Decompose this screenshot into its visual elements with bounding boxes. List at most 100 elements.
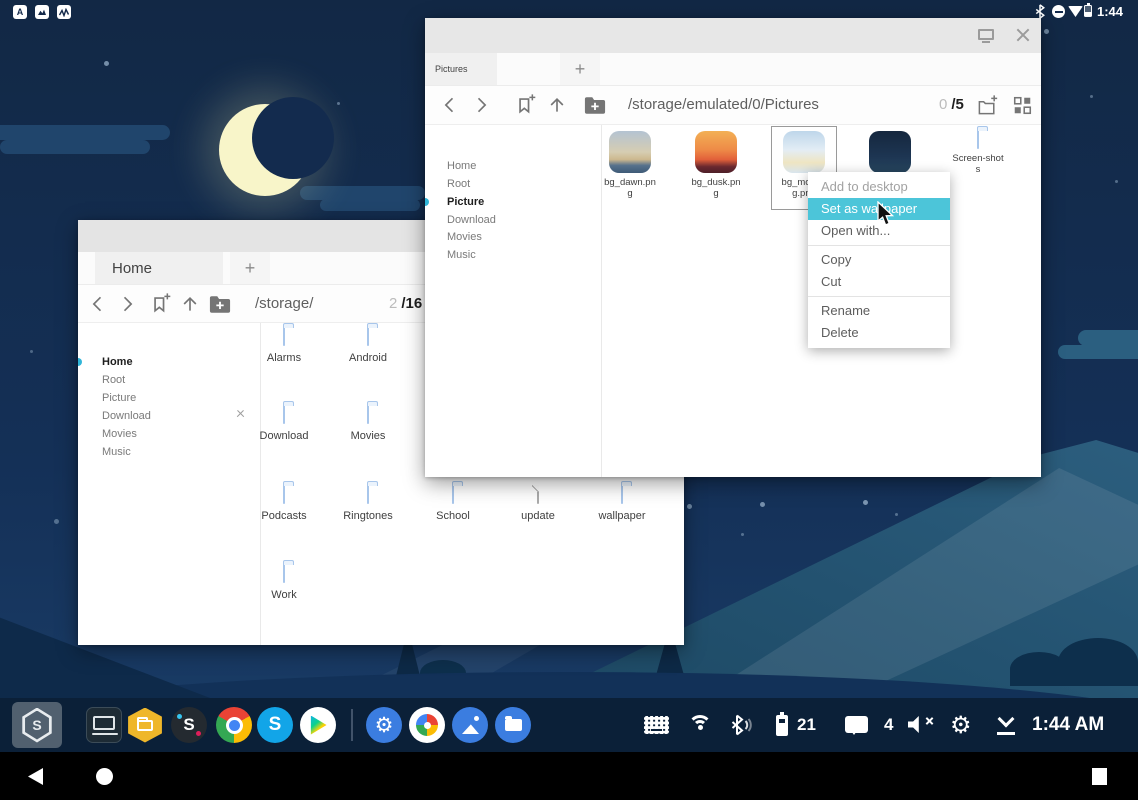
back-button[interactable] bbox=[88, 294, 108, 314]
menu-separator bbox=[808, 245, 950, 246]
file-item[interactable]: bg_dawn.png bbox=[590, 131, 670, 199]
folder-item[interactable]: Download bbox=[242, 406, 326, 443]
item-label: Screen-shots bbox=[952, 153, 1004, 175]
restore-window-icon[interactable] bbox=[978, 29, 994, 40]
new-folder-button[interactable] bbox=[584, 96, 606, 114]
nav-recents-button[interactable] bbox=[1092, 768, 1107, 785]
taskbar-app-play-store[interactable] bbox=[300, 707, 336, 743]
folder-item[interactable]: Screen-shots bbox=[938, 131, 1018, 175]
notification-icon-activity[interactable] bbox=[57, 5, 71, 19]
taskbar-app-gallery[interactable] bbox=[452, 707, 488, 743]
menu-item-cut[interactable]: Cut bbox=[808, 271, 950, 293]
sidebar-item-movies[interactable]: Movies bbox=[447, 231, 482, 243]
close-window-icon[interactable] bbox=[1015, 27, 1031, 43]
new-tab-button[interactable]: + bbox=[560, 53, 600, 85]
wifi-status-icon[interactable] bbox=[1068, 6, 1083, 17]
wifi-tray-icon[interactable] bbox=[688, 715, 712, 735]
battery-status-icon[interactable] bbox=[1084, 5, 1092, 17]
folder-icon bbox=[452, 485, 454, 504]
bluetooth-status-icon[interactable] bbox=[1035, 4, 1045, 19]
up-directory-button[interactable] bbox=[547, 95, 567, 115]
taskbar-app-slack[interactable]: S bbox=[171, 707, 207, 743]
path-bar[interactable]: /storage/ bbox=[255, 295, 313, 312]
notification-icon-image[interactable] bbox=[35, 5, 49, 19]
sidebar-item-music[interactable]: Music bbox=[447, 249, 476, 261]
settings-tray-icon[interactable]: ⚙ bbox=[950, 713, 972, 737]
add-bookmark-button[interactable] bbox=[515, 94, 537, 116]
image-thumbnail bbox=[783, 131, 825, 173]
bluetooth-tray-icon[interactable] bbox=[730, 714, 752, 736]
notifications-tray-icon[interactable] bbox=[845, 716, 868, 733]
item-label: bg_dusk.png bbox=[690, 177, 742, 199]
menu-item-copy[interactable]: Copy bbox=[808, 249, 950, 271]
menu-item-rename[interactable]: Rename bbox=[808, 300, 950, 322]
sidebar-item-home[interactable]: Home bbox=[102, 356, 133, 368]
chevron-left-icon bbox=[440, 95, 460, 115]
keyboard-tray-icon[interactable] bbox=[644, 716, 669, 734]
forward-button[interactable] bbox=[117, 294, 137, 314]
taskbar-app-files[interactable] bbox=[495, 707, 531, 743]
back-button[interactable] bbox=[440, 95, 460, 115]
folder-item[interactable]: Ringtones bbox=[326, 486, 410, 523]
updates-tray-icon[interactable] bbox=[996, 715, 1016, 735]
start-letter: S bbox=[32, 717, 41, 733]
up-directory-button[interactable] bbox=[180, 294, 200, 314]
taskbar-app-skype[interactable]: S bbox=[257, 707, 293, 743]
bush bbox=[1058, 638, 1138, 686]
folder-item[interactable]: School bbox=[411, 486, 495, 523]
moon-shadow bbox=[252, 97, 334, 179]
cloud bbox=[1058, 345, 1138, 359]
new-tab-button[interactable]: + bbox=[230, 252, 270, 284]
sidebar-item-picture[interactable]: Picture bbox=[447, 196, 484, 208]
new-folder-button[interactable] bbox=[209, 295, 231, 313]
sidebar-item-download[interactable]: Download bbox=[447, 214, 496, 226]
window-titlebar[interactable] bbox=[425, 18, 1041, 53]
new-window-button[interactable] bbox=[976, 95, 998, 117]
toolbar: /storage/emulated/0/Pictures 0/5 bbox=[425, 86, 1041, 125]
do-not-disturb-icon[interactable] bbox=[1052, 5, 1065, 18]
taskbar-app-terminal[interactable] bbox=[86, 707, 122, 743]
notification-icon-a[interactable]: A bbox=[13, 5, 27, 19]
nav-back-button[interactable] bbox=[28, 768, 43, 785]
sidebar-item-download[interactable]: Download bbox=[102, 410, 151, 422]
tab-label: Pictures bbox=[435, 64, 468, 74]
path-bar[interactable]: /storage/emulated/0/Pictures bbox=[628, 96, 819, 113]
tab-home[interactable]: Home bbox=[95, 252, 223, 284]
forward-button[interactable] bbox=[471, 95, 491, 115]
tab-pictures[interactable]: Pictures bbox=[425, 53, 497, 85]
file-item[interactable]: bg_dusk.png bbox=[676, 131, 756, 199]
bookmark-plus-icon bbox=[150, 293, 172, 315]
sidebar-item-root[interactable]: Root bbox=[102, 374, 125, 386]
arrow-up-icon bbox=[180, 294, 200, 314]
sidebar-item-music[interactable]: Music bbox=[102, 446, 131, 458]
menu-item-delete[interactable]: Delete bbox=[808, 322, 950, 344]
taskbar-app-chrome[interactable] bbox=[216, 707, 252, 743]
folder-item[interactable]: Android bbox=[326, 328, 410, 365]
app-drawer-button[interactable]: S bbox=[12, 702, 62, 748]
sidebar-item-home[interactable]: Home bbox=[447, 160, 476, 172]
folder-item[interactable]: Podcasts bbox=[242, 486, 326, 523]
sidebar-item-picture[interactable]: Picture bbox=[102, 392, 136, 404]
file-item[interactable]: update bbox=[496, 486, 580, 523]
folder-item[interactable]: Movies bbox=[326, 406, 410, 443]
volume-muted-icon[interactable] bbox=[908, 716, 934, 734]
bookmark-plus-icon bbox=[515, 94, 537, 116]
sidebar-item-movies[interactable]: Movies bbox=[102, 428, 137, 440]
folder-icon bbox=[367, 405, 369, 424]
folder-item[interactable]: Work bbox=[242, 565, 326, 602]
mouse-cursor bbox=[876, 201, 895, 228]
item-label: bg_dawn.png bbox=[604, 177, 656, 199]
folder-item[interactable]: Alarms bbox=[242, 328, 326, 365]
battery-tray-icon[interactable] bbox=[776, 715, 788, 736]
taskbar-app-photos[interactable] bbox=[409, 707, 445, 743]
selection-counter: 0/5 bbox=[939, 96, 964, 113]
add-bookmark-button[interactable] bbox=[150, 293, 172, 315]
nav-home-button[interactable] bbox=[96, 768, 113, 785]
folder-item[interactable]: wallpaper bbox=[580, 486, 664, 523]
sidebar-item-root[interactable]: Root bbox=[447, 178, 470, 190]
grid-view-button[interactable] bbox=[1013, 96, 1032, 115]
item-label: Work bbox=[242, 589, 326, 602]
taskbar-app-file-manager[interactable] bbox=[127, 707, 163, 743]
menu-item-add-to-desktop[interactable]: Add to desktop bbox=[808, 176, 950, 198]
taskbar-app-settings[interactable]: ⚙ bbox=[366, 707, 402, 743]
